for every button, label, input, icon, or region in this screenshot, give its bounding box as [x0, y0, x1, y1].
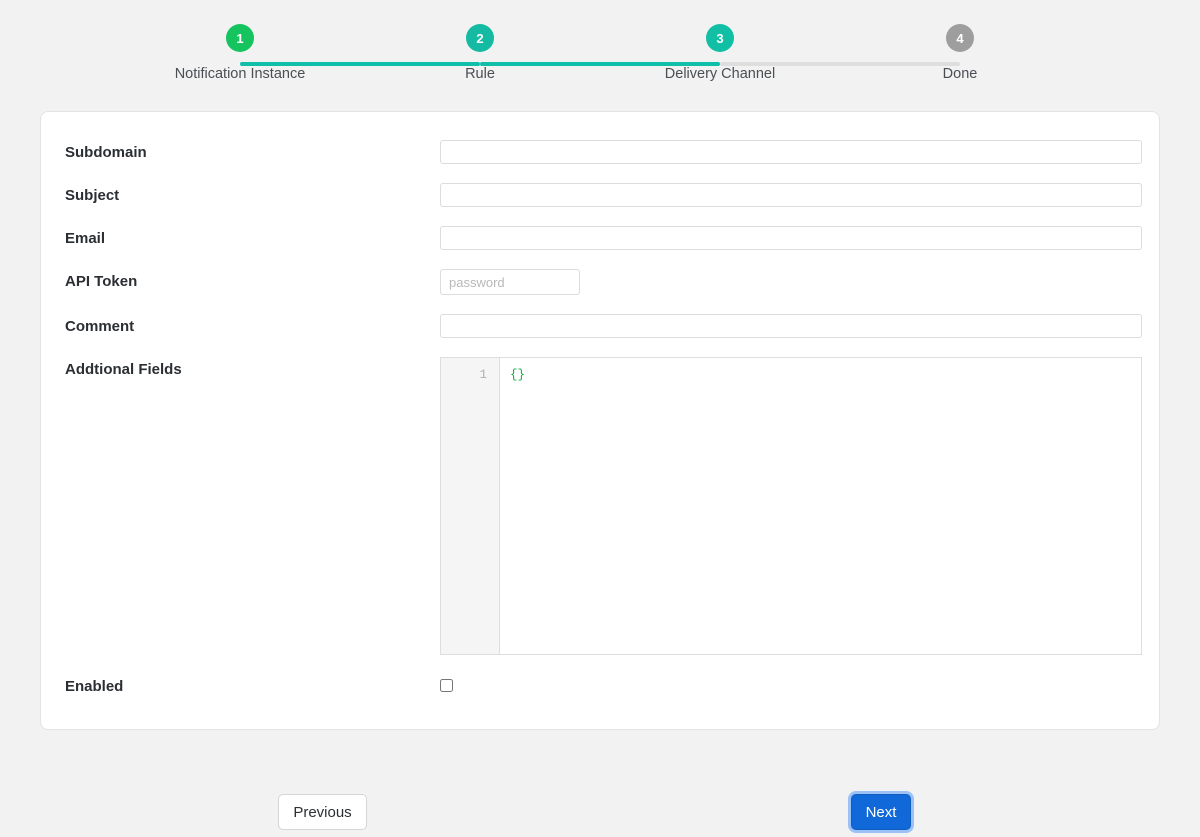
subject-input[interactable]	[440, 183, 1142, 207]
stepper-connector-2-3	[480, 62, 720, 66]
form-row-subject: Subject	[65, 183, 1135, 207]
delivery-channel-form-card: Subdomain Subject Email API Token Commen	[40, 111, 1160, 730]
enabled-label: Enabled	[65, 674, 440, 695]
stepper-steps: 1 Notification Instance 2 Rule 3 Deliver…	[0, 24, 1200, 82]
form-row-email: Email	[65, 226, 1135, 250]
step-label: Delivery Channel	[665, 66, 775, 82]
api-token-input[interactable]	[440, 269, 580, 295]
subdomain-input[interactable]	[440, 140, 1142, 164]
form-row-api-token: API Token	[65, 269, 1135, 295]
stepper-step-rule[interactable]: 2 Rule	[360, 24, 600, 82]
api-token-label: API Token	[65, 269, 440, 290]
form-row-enabled: Enabled	[65, 674, 1135, 695]
additional-fields-code-editor[interactable]: 1 {}	[440, 357, 1142, 655]
form-row-additional-fields: Addtional Fields 1 {}	[65, 357, 1135, 655]
stepper-step-delivery-channel[interactable]: 3 Delivery Channel	[600, 24, 840, 82]
email-label: Email	[65, 226, 440, 247]
step-number-badge: 2	[466, 24, 494, 52]
editor-content[interactable]: {}	[500, 358, 1141, 654]
subdomain-label: Subdomain	[65, 140, 440, 161]
form-row-comment: Comment	[65, 314, 1135, 338]
stepper-connector-1-2	[240, 62, 480, 66]
step-label: Rule	[465, 66, 495, 82]
step-number-badge: 3	[706, 24, 734, 52]
editor-line-numbers: 1	[441, 358, 500, 654]
additional-fields-label: Addtional Fields	[65, 357, 440, 378]
comment-input[interactable]	[440, 314, 1142, 338]
wizard-footer: Previous Next	[0, 789, 1200, 837]
step-label: Done	[943, 66, 978, 82]
step-number-badge: 4	[946, 24, 974, 52]
form-row-subdomain: Subdomain	[65, 140, 1135, 164]
stepper-connector-3-4	[720, 62, 960, 66]
stepper-step-done[interactable]: 4 Done	[840, 24, 1080, 82]
enabled-checkbox[interactable]	[440, 679, 453, 692]
delivery-channel-form: Subdomain Subject Email API Token Commen	[41, 112, 1159, 695]
comment-label: Comment	[65, 314, 440, 335]
stepper-step-notification-instance[interactable]: 1 Notification Instance	[120, 24, 360, 82]
previous-button[interactable]: Previous	[278, 794, 367, 830]
step-number-badge: 1	[226, 24, 254, 52]
next-button[interactable]: Next	[851, 794, 911, 830]
subject-label: Subject	[65, 183, 440, 204]
email-input[interactable]	[440, 226, 1142, 250]
wizard-stepper: 1 Notification Instance 2 Rule 3 Deliver…	[0, 0, 1200, 100]
step-label: Notification Instance	[175, 66, 306, 82]
